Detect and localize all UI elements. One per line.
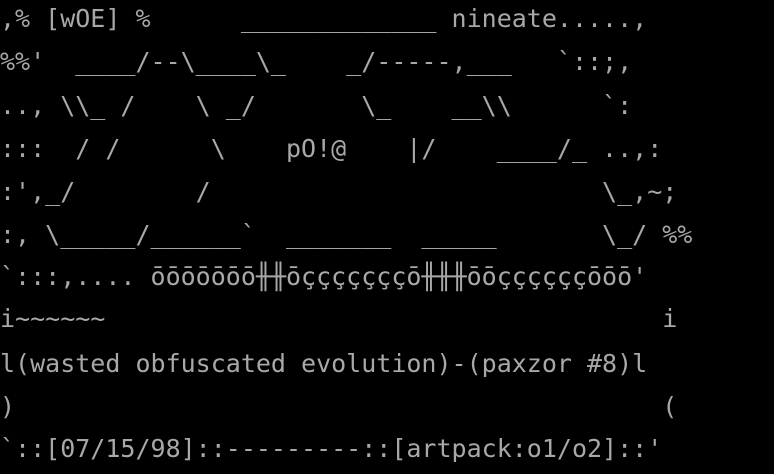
art-line-1: ,% [wOE] % _____________ nineate....., bbox=[0, 4, 648, 33]
art-line-4: ::: / / \ pO!@ |/ ____/_ ..,: bbox=[0, 134, 663, 163]
art-line-5: :',_/ / \_,~; bbox=[0, 177, 678, 206]
art-line-6: :, \_____/______` _______ _____ \_/ %% bbox=[0, 220, 693, 249]
art-line-10: ) ( bbox=[0, 392, 678, 421]
art-line-8: i~~~~~~ i bbox=[0, 304, 678, 333]
art-line-3: .., \\_ / \ _/ \_ __\\ `: bbox=[0, 91, 633, 120]
art-line-7: `:::,.... ōōōōōōō╫╫ōçççççççō╫╫╫ōōççççççō… bbox=[0, 262, 648, 291]
art-line-9: l(wasted obfuscated evolution)-(paxzor #… bbox=[0, 349, 648, 378]
art-line-2: %%' ____/--\____\_ _/-----,___ `::;, bbox=[0, 47, 633, 76]
ansi-art-screen: ,% [wOE] % _____________ nineate....., %… bbox=[0, 0, 774, 474]
art-line-11: `::[07/15/98]::---------::[artpack:o1/o2… bbox=[0, 434, 663, 463]
